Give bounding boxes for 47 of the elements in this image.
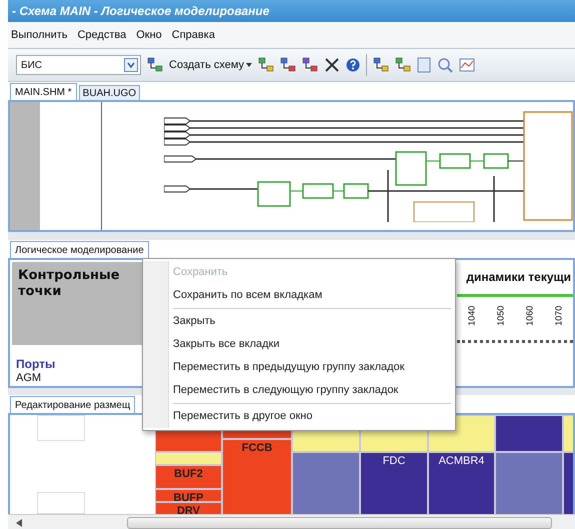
placeholder-box: [37, 415, 85, 441]
diagram-icon[interactable]: [302, 57, 318, 73]
menu-item[interactable]: Окно: [133, 26, 165, 44]
tick-label: 1070: [552, 304, 564, 328]
scroll-thumb[interactable]: [127, 516, 552, 528]
tick-label: 1040: [465, 304, 478, 328]
port-label: AGM: [16, 373, 42, 384]
menu-item[interactable]: Переместить в предыдущую группу закладок: [173, 356, 451, 379]
chart-heading: динамики текущи: [466, 269, 572, 286]
menu-item[interactable]: Закрыть все вкладки: [173, 333, 451, 356]
menu-item[interactable]: Справка: [168, 26, 218, 44]
diagram-icon[interactable]: [147, 57, 163, 73]
diagram-icon[interactable]: [258, 57, 274, 73]
menu-item[interactable]: Закрыть: [173, 310, 451, 333]
diagram-icon[interactable]: [395, 57, 412, 73]
diagram-icon[interactable]: [280, 57, 296, 73]
menu-item[interactable]: Выполнить: [8, 26, 70, 44]
panel-tab[interactable]: Логическое моделирование: [10, 241, 149, 258]
document-tab[interactable]: MAIN.SHM *: [10, 83, 77, 100]
block-label: ACMBR4: [438, 454, 484, 469]
block-label: FCCB: [242, 441, 272, 456]
ports-heading: Порты: [16, 356, 56, 373]
block-label: BUFP: [174, 491, 204, 501]
window-title: - Схема MAIN - Логическое моделирование: [12, 3, 270, 20]
chart-icon[interactable]: [459, 58, 476, 72]
menu-item[interactable]: Средства: [74, 26, 130, 44]
menu-item[interactable]: Сохранить по всем вкладкам: [173, 284, 451, 307]
block-label: FDC: [382, 454, 406, 469]
checkpoints-title: Контрольные точки: [18, 268, 121, 300]
tick-label: 1060: [523, 304, 536, 328]
caret-icon: [246, 63, 252, 67]
menu-item[interactable]: Переместить в другое окно: [173, 405, 451, 428]
menu-item[interactable]: Переместить в следующую группу закладок: [173, 379, 451, 402]
document-tab[interactable]: BUAH.UGO: [78, 85, 140, 100]
dropdown-icon: [124, 58, 138, 72]
help-icon[interactable]: [346, 58, 360, 72]
placeholder-box: [37, 492, 85, 514]
create-schema-button[interactable]: Создать схему: [169, 56, 252, 74]
combo-box[interactable]: БИС: [16, 55, 141, 75]
block-label: DRV: [176, 504, 200, 514]
magnifier-icon[interactable]: [437, 57, 454, 73]
diagram-icon[interactable]: [373, 57, 390, 73]
document-icon[interactable]: [417, 57, 432, 73]
panel-tab[interactable]: Редактирование размещ: [10, 396, 136, 413]
tick-label: 1050: [494, 304, 506, 328]
scroll-left-icon[interactable]: [16, 518, 22, 526]
block-label: BUF2: [174, 467, 203, 482]
